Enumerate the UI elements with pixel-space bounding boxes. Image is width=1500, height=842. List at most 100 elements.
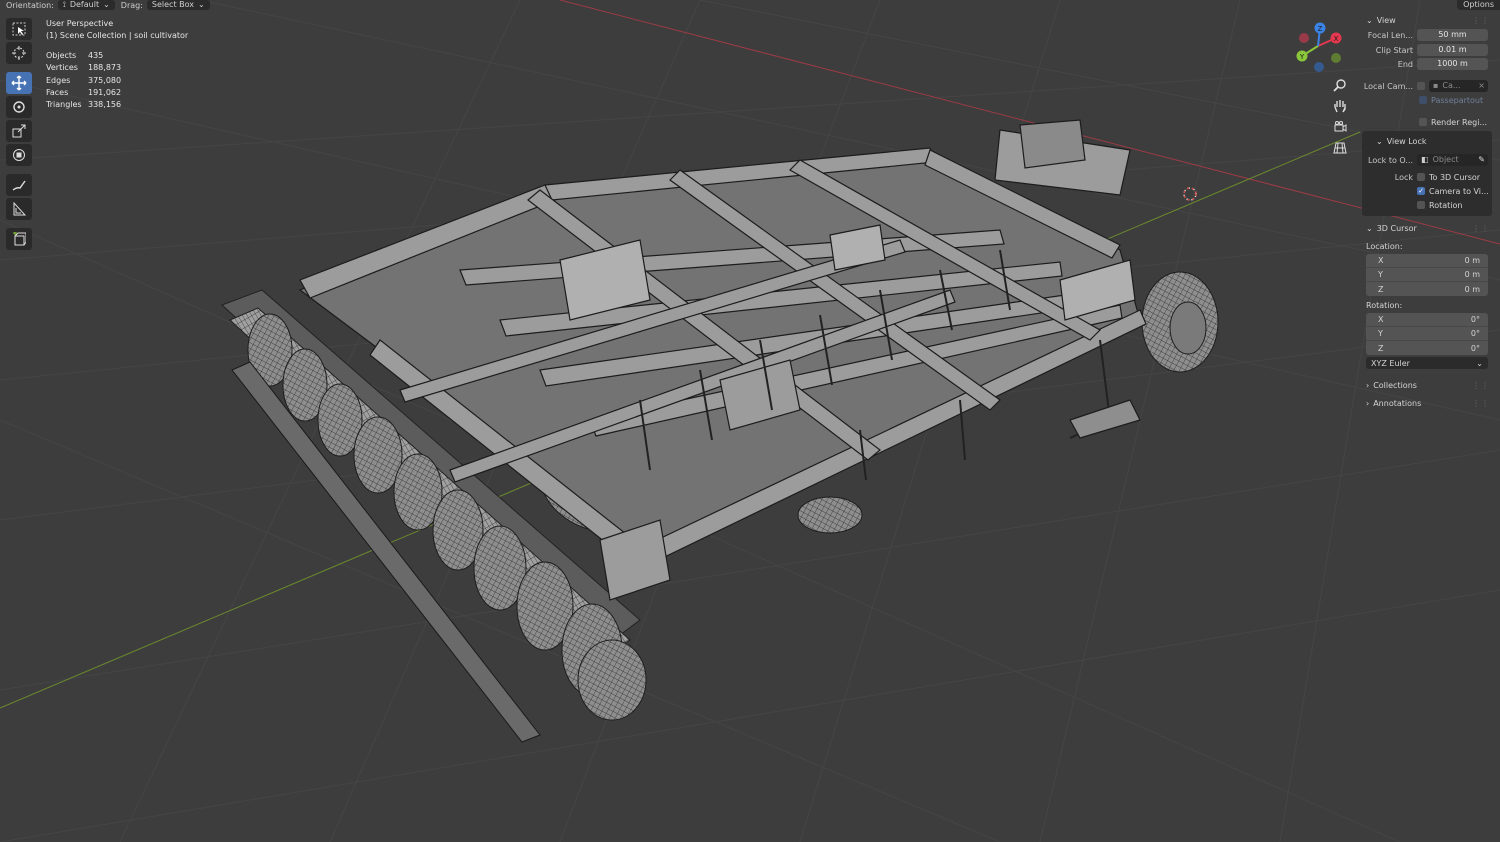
drag-handle-icon[interactable]: ⋮⋮	[1472, 399, 1490, 408]
view-section-title: View	[1376, 15, 1396, 25]
clip-end-field[interactable]: 1000 m	[1417, 58, 1488, 70]
eyedropper-icon[interactable]: ✎	[1478, 154, 1485, 166]
view-lock-subpanel: ⌄ View Lock Lock to O... ◧ Object ✎ Lock T…	[1362, 131, 1492, 216]
orientation-dropdown[interactable]: ⟟ Default ⌄	[57, 0, 115, 10]
move-icon	[11, 75, 27, 91]
view-section-header[interactable]: ⌄ View ⋮⋮	[1362, 12, 1492, 28]
gizmo-x-label: X	[1334, 35, 1339, 43]
focal-length-field[interactable]: 50 mm	[1417, 29, 1488, 41]
rotation-z-field[interactable]: Z 0°	[1366, 341, 1488, 355]
focal-length-row: Focal Len... 50 mm	[1362, 28, 1492, 42]
navigation-controls	[1331, 77, 1349, 156]
sidebar-panel: ⌄ View ⋮⋮ Focal Len... 50 mm Clip Start …	[1362, 12, 1492, 411]
chevron-down-icon: ⌄	[1366, 223, 1373, 233]
passepartout-checkbox[interactable]	[1419, 96, 1427, 104]
3d-viewport[interactable]: X Y Z Orientation: ⟟ Default ⌄ Drag: Sel…	[0, 0, 1500, 842]
stat-row: Faces 191,062	[46, 88, 122, 98]
collections-section-header[interactable]: › Collections ⋮⋮	[1362, 377, 1492, 393]
to-3d-cursor-checkbox[interactable]	[1417, 173, 1425, 181]
scene-canvas[interactable]: X Y Z	[0, 0, 1500, 842]
stat-row: Edges 375,080	[46, 75, 122, 85]
scale-tool[interactable]	[6, 120, 32, 142]
location-caption: Location:	[1366, 242, 1403, 251]
drag-handle-icon[interactable]: ⋮⋮	[1472, 224, 1490, 233]
options-button[interactable]: Options	[1457, 0, 1500, 10]
rotation-caption: Rotation:	[1366, 301, 1403, 310]
local-camera-field[interactable]: ▪ Ca... ×	[1429, 80, 1488, 92]
view-lock-header[interactable]: ⌄ View Lock	[1362, 133, 1492, 149]
zoom-button[interactable]	[1331, 77, 1349, 93]
hand-icon	[1334, 100, 1346, 113]
rotation-x-field[interactable]: X 0°	[1366, 313, 1488, 327]
cursor-tool[interactable]	[6, 42, 32, 64]
camera-to-view-checkbox[interactable]: ✓	[1417, 187, 1425, 195]
render-region-checkbox[interactable]	[1419, 118, 1427, 126]
render-region-row: Render Regi...	[1362, 115, 1492, 129]
collection-label: (1) Scene Collection | soil cultivator	[46, 31, 189, 41]
transform-tool[interactable]	[6, 144, 32, 166]
measure-tool[interactable]	[6, 198, 32, 220]
chevron-down-icon: ⌄	[1476, 358, 1483, 368]
cursor-location-vector: X0 m Y0 m Z0 m	[1366, 254, 1488, 296]
lock-object-field[interactable]: ◧ Object ✎	[1417, 154, 1488, 166]
navigation-gizmo[interactable]: X Y Z	[1296, 22, 1342, 73]
transform-icon	[13, 149, 25, 161]
cursor-icon	[12, 46, 26, 60]
add-cube-icon	[13, 232, 26, 246]
perspective-label: User Perspective	[46, 19, 114, 28]
rotate-icon	[13, 101, 25, 113]
drag-dropdown[interactable]: Select Box ⌄	[146, 0, 210, 10]
orientation-icon: ⟟	[62, 0, 66, 9]
chevron-right-icon: ›	[1366, 398, 1370, 408]
annotate-icon	[12, 180, 26, 191]
move-tool[interactable]	[6, 72, 32, 94]
camera-view-button[interactable]	[1331, 119, 1349, 135]
zoom-icon	[1333, 79, 1346, 92]
drag-handle-icon[interactable]: ⋮⋮	[1472, 16, 1490, 25]
gizmo-y-label: Y	[1299, 53, 1305, 61]
measure-icon	[13, 202, 26, 216]
local-camera-row: Local Cam... ▪ Ca... ×	[1362, 79, 1492, 93]
chevron-down-icon: ⌄	[1366, 15, 1373, 25]
viewport-header: Orientation: ⟟ Default ⌄ Drag: Select Bo…	[0, 0, 1500, 10]
rotation-mode-dropdown[interactable]: XYZ Euler ⌄	[1366, 357, 1488, 369]
annotations-section-header[interactable]: › Annotations ⋮⋮	[1362, 395, 1492, 411]
orientation-value: Default	[69, 0, 100, 9]
drag-value: Select Box	[151, 0, 194, 9]
camera-icon: ▪	[1433, 81, 1439, 90]
grid-icon	[1333, 142, 1347, 154]
lock-cursor-row: Lock To 3D Cursor	[1394, 172, 1481, 182]
stat-row: Triangles 338,156	[46, 100, 122, 110]
location-z-field[interactable]: Z0 m	[1366, 282, 1488, 296]
chevron-down-icon: ⌄	[1376, 136, 1383, 146]
gizmo-neg-y-circle[interactable]	[1331, 53, 1341, 63]
local-camera-checkbox[interactable]	[1417, 82, 1425, 90]
chevron-down-icon: ⌄	[103, 0, 110, 9]
select-box-tool[interactable]	[6, 18, 32, 40]
clip-end-row: End 1000 m	[1362, 57, 1492, 71]
gizmo-z-label: Z	[1318, 25, 1323, 33]
chevron-right-icon: ›	[1366, 380, 1370, 390]
gizmo-neg-z-circle[interactable]	[1314, 62, 1324, 72]
viewport-stats-overlay: User Perspective (1) Scene Collection | …	[46, 18, 188, 112]
add-cube-tool[interactable]	[6, 228, 32, 250]
clip-start-row: Clip Start 0.01 m	[1362, 43, 1492, 57]
stat-row: Vertices 188,873	[46, 63, 122, 73]
location-x-field[interactable]: X0 m	[1366, 254, 1488, 268]
camera-icon	[1334, 121, 1347, 132]
ortho-toggle-button[interactable]	[1331, 140, 1349, 156]
pan-button[interactable]	[1331, 98, 1349, 114]
tool-shelf	[6, 18, 34, 250]
drag-handle-icon[interactable]: ⋮⋮	[1472, 381, 1490, 390]
orientation-label: Orientation:	[6, 0, 54, 10]
rotation-y-field[interactable]: Y 0°	[1366, 327, 1488, 341]
close-icon[interactable]: ×	[1478, 80, 1485, 92]
clip-start-field[interactable]: 0.01 m	[1417, 44, 1488, 56]
location-y-field[interactable]: Y0 m	[1366, 268, 1488, 282]
lock-object-row: Lock to O... ◧ Object ✎	[1362, 153, 1492, 167]
annotate-tool[interactable]	[6, 174, 32, 196]
gizmo-neg-x-circle[interactable]	[1299, 33, 1309, 43]
lock-rotation-checkbox[interactable]	[1417, 201, 1425, 209]
3d-cursor-section-header[interactable]: ⌄ 3D Cursor ⋮⋮	[1362, 220, 1492, 236]
rotate-tool[interactable]	[6, 96, 32, 118]
